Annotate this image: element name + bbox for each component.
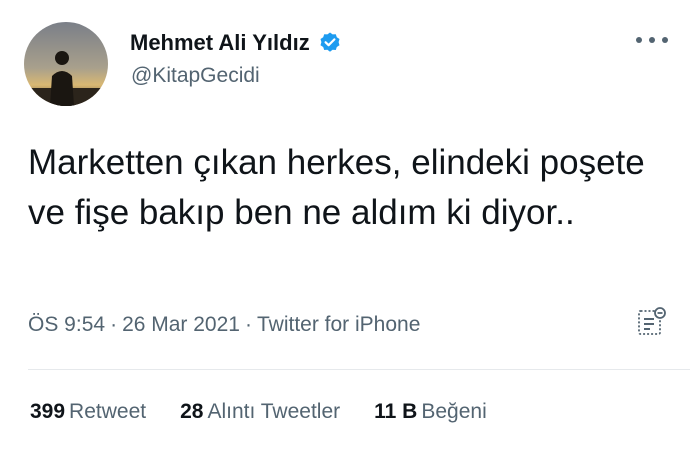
analytics-icon[interactable] [636,306,668,338]
tweet-source[interactable]: Twitter for iPhone [257,313,420,336]
author-name[interactable]: Mehmet Ali Yıldız [130,30,342,56]
tweet-card: Mehmet Ali Yıldız @KitapGecidi Marketten… [0,0,690,466]
more-icon[interactable] [636,30,668,50]
avatar-image [24,22,108,106]
avatar[interactable] [24,22,108,106]
quotes-label: Alıntı Tweetler [207,400,341,423]
divider [28,369,690,370]
quotes-count: 28 [180,400,204,423]
tweet-time[interactable]: ÖS 9:54 [28,313,105,336]
retweets-label: Retweet [69,400,147,423]
tweet-meta: ÖS 9:54 · 26 Mar 2021 · Twitter for iPhone [28,313,420,337]
retweets-stat[interactable]: 399 Retweet [30,400,146,424]
likes-stat[interactable]: 11 B Beğeni [374,400,487,424]
author-handle[interactable]: @KitapGecidi [131,64,260,88]
retweets-count: 399 [30,400,66,423]
author-name-text[interactable]: Mehmet Ali Yıldız [130,30,310,56]
tweet-date[interactable]: 26 Mar 2021 [122,313,240,336]
meta-separator: · [244,313,252,336]
tweet-text: Marketten çıkan herkes, elindeki poşete … [28,143,645,232]
tweet-stats: 399 Retweet 28 Alıntı Tweetler 11 B Beğeni [30,400,521,424]
likes-label: Beğeni [421,400,487,423]
verified-badge-icon [318,31,342,55]
likes-count: 11 B [374,400,418,423]
meta-separator: · [110,313,118,336]
quotes-stat[interactable]: 28 Alıntı Tweetler [180,400,340,424]
